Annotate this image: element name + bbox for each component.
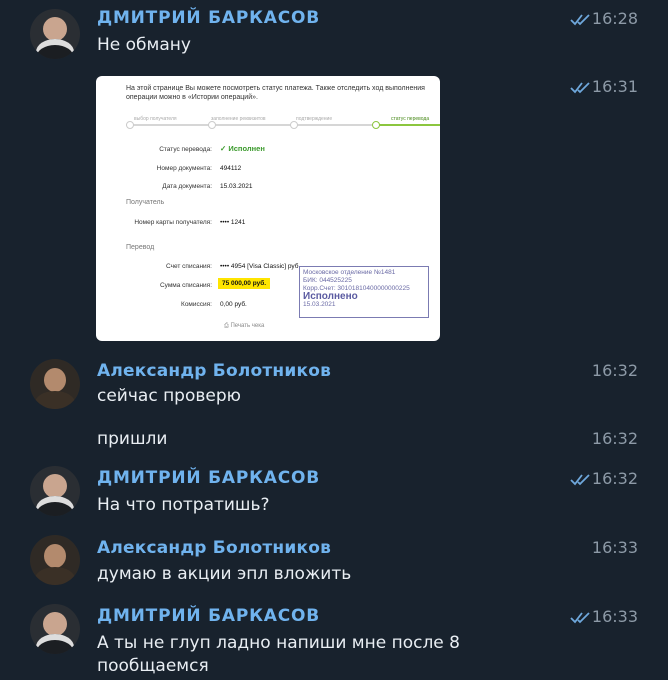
card-value: •••• 1241 bbox=[220, 219, 246, 226]
print-receipt-link[interactable]: ⎙ Печать чека bbox=[224, 323, 264, 330]
sender-name[interactable]: ДМИТРИЙ БАРКАСОВ bbox=[97, 8, 320, 28]
avatar[interactable] bbox=[30, 535, 80, 585]
doc-date-value: 15.03.2021 bbox=[220, 183, 253, 190]
amount-value: 75 000,00 руб. bbox=[218, 278, 271, 289]
bank-stamp: Московское отделение №1481 БИК: 04452522… bbox=[299, 266, 429, 318]
double-check-icon bbox=[570, 474, 590, 486]
fee-value: 0,00 руб. bbox=[220, 301, 247, 308]
amount-label: Сумма списания: bbox=[159, 282, 212, 289]
message-text: думаю в акции эпл вложить bbox=[97, 564, 352, 584]
message-text: А ты не глуп ладно напиши мне после 8 по… bbox=[97, 633, 460, 676]
step-label: подтверждение bbox=[296, 116, 333, 122]
sender-name[interactable]: Александр Болотников bbox=[97, 361, 331, 381]
message-time: 16:33 bbox=[591, 538, 638, 557]
payment-screenshot-image[interactable]: На этой странице Вы можете посмотреть ст… bbox=[96, 76, 440, 341]
sender-name[interactable]: ДМИТРИЙ БАРКАСОВ bbox=[97, 606, 320, 626]
message-text: пришли bbox=[97, 429, 168, 449]
message-text: сейчас проверю bbox=[97, 386, 241, 406]
stamp-date: 15.03.2021 bbox=[303, 301, 336, 308]
message-time: 16:32 bbox=[591, 429, 638, 448]
avatar[interactable] bbox=[30, 604, 80, 654]
message-text: Не обману bbox=[97, 35, 191, 55]
fee-label: Комиссия: bbox=[181, 301, 212, 308]
account-value: •••• 4954 [Visa Classic] руб. bbox=[220, 263, 301, 270]
avatar[interactable] bbox=[30, 9, 80, 59]
double-check-icon bbox=[570, 82, 590, 94]
message-time: 16:28 bbox=[591, 9, 638, 28]
double-check-icon bbox=[570, 14, 590, 26]
stamp-line: БИК: 044525225 bbox=[303, 277, 352, 284]
step-label: заполнение реквизитов bbox=[211, 116, 266, 122]
section-recipient: Получатель bbox=[126, 199, 165, 206]
step-label: статус перевода bbox=[391, 116, 430, 122]
doc-number-label: Номер документа: bbox=[156, 165, 212, 172]
print-label: Печать чека bbox=[230, 323, 265, 329]
sender-name[interactable]: Александр Болотников bbox=[97, 538, 331, 558]
status-label: Статус перевода: bbox=[159, 146, 212, 153]
account-label: Счет списания: bbox=[165, 263, 212, 270]
stamp-status: Исполнено bbox=[303, 291, 358, 302]
avatar[interactable] bbox=[30, 359, 80, 409]
message-time: 16:31 bbox=[591, 77, 638, 96]
avatar[interactable] bbox=[30, 466, 80, 516]
doc-number-value: 494112 bbox=[220, 165, 242, 172]
message-time: 16:32 bbox=[591, 361, 638, 380]
progress-track bbox=[126, 121, 440, 129]
doc-date-label: Дата документа: bbox=[162, 183, 212, 190]
status-value: ✓ Исполнен bbox=[220, 144, 265, 153]
message-time: 16:32 bbox=[591, 469, 638, 488]
intro-text: На этой странице Вы можете посмотреть ст… bbox=[126, 85, 425, 101]
section-transfer: Перевод bbox=[126, 244, 155, 251]
message-text: На что потратишь? bbox=[97, 495, 270, 515]
card-label: Номер карты получателя: bbox=[134, 219, 212, 226]
stamp-line: Московское отделение №1481 bbox=[303, 269, 396, 276]
message-time: 16:33 bbox=[591, 607, 638, 626]
step-label: выбор получателя bbox=[134, 116, 177, 122]
double-check-icon bbox=[570, 612, 590, 624]
sender-name[interactable]: ДМИТРИЙ БАРКАСОВ bbox=[97, 468, 320, 488]
